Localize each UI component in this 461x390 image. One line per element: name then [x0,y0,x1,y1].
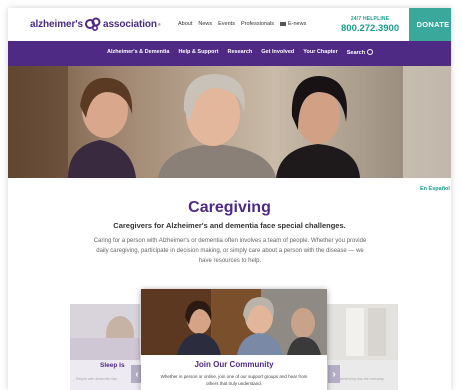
helpline-number: 800.272.3900 [341,23,400,34]
carousel-right-text: experiencing loss the everyday [336,377,385,381]
nav-item-research[interactable]: Research [227,49,252,56]
logo-word-alzheimers: alzheimer's [30,18,83,30]
util-link-enews-label: E-news [288,21,307,27]
carousel-left-photo [70,304,140,360]
logo-trademark: ® [157,21,161,27]
community-photo [141,289,327,355]
page-subtitle: Caregivers for Alzheimer's and dementia … [113,221,346,230]
page-description: Caring for a person with Alzheimer's or … [93,238,367,264]
nav-item-search[interactable]: Search [346,49,374,56]
logo-word-association: association [102,18,157,30]
chevron-left-icon: ‹ [135,368,139,380]
nav-item-help-support[interactable]: Help & Support [178,49,218,56]
utility-nav: About News Events Professionals E-news [178,21,306,27]
nav-item-your-chapter[interactable]: Your Chapter [303,49,337,56]
helpline-label: 24/7 HELPLINE [350,16,390,22]
logo-purple-mark-icon [84,17,101,31]
util-link-news[interactable]: News [198,21,212,27]
hero-photo-three-women [8,66,451,178]
hero-image [8,66,451,178]
chevron-right-icon: › [332,368,336,380]
carousel-left-label: Sleep Is [100,362,125,369]
site-logo[interactable]: alzheimer's association ® [30,17,161,31]
espanol-link[interactable]: En Español [420,186,450,192]
util-link-professionals[interactable]: Professionals [241,21,274,27]
helpline[interactable]: 24/7 HELPLINE 800.272.3900 [341,16,399,34]
util-link-enews[interactable]: E-news [280,21,306,27]
carousel-center-text: Whether in person or online, join one of… [160,374,308,386]
carousel-card-center[interactable]: Join Our Community Whether in person or … [141,289,327,390]
carousel-center-title: Join Our Community [194,360,274,369]
main-nav: Alzheimer's & Dementia Help & Support Re… [8,41,451,66]
nav-item-alzheimers-dementia[interactable]: Alzheimer's & Dementia [107,49,169,56]
donate-button[interactable]: DONATE [409,8,451,41]
utility-bar: alzheimer's association ® About News Eve… [8,8,451,41]
util-link-about[interactable]: About [178,21,192,27]
util-link-events[interactable]: Events [218,21,235,27]
browser-page: alzheimer's association ® About News Eve… [8,8,451,390]
carousel-next-button[interactable]: › [328,365,340,383]
page-title: Caregiving [188,199,271,216]
carousel-card-left[interactable]: Sleep Is People with dementia may [70,304,140,390]
search-icon [367,49,374,55]
nav-search-label: Search [346,50,366,56]
nav-item-get-involved[interactable]: Get Involved [261,49,294,56]
carousel-right-photo [326,304,398,360]
envelope-icon [280,21,286,26]
carousel-left-text: People with dementia may [76,377,118,381]
